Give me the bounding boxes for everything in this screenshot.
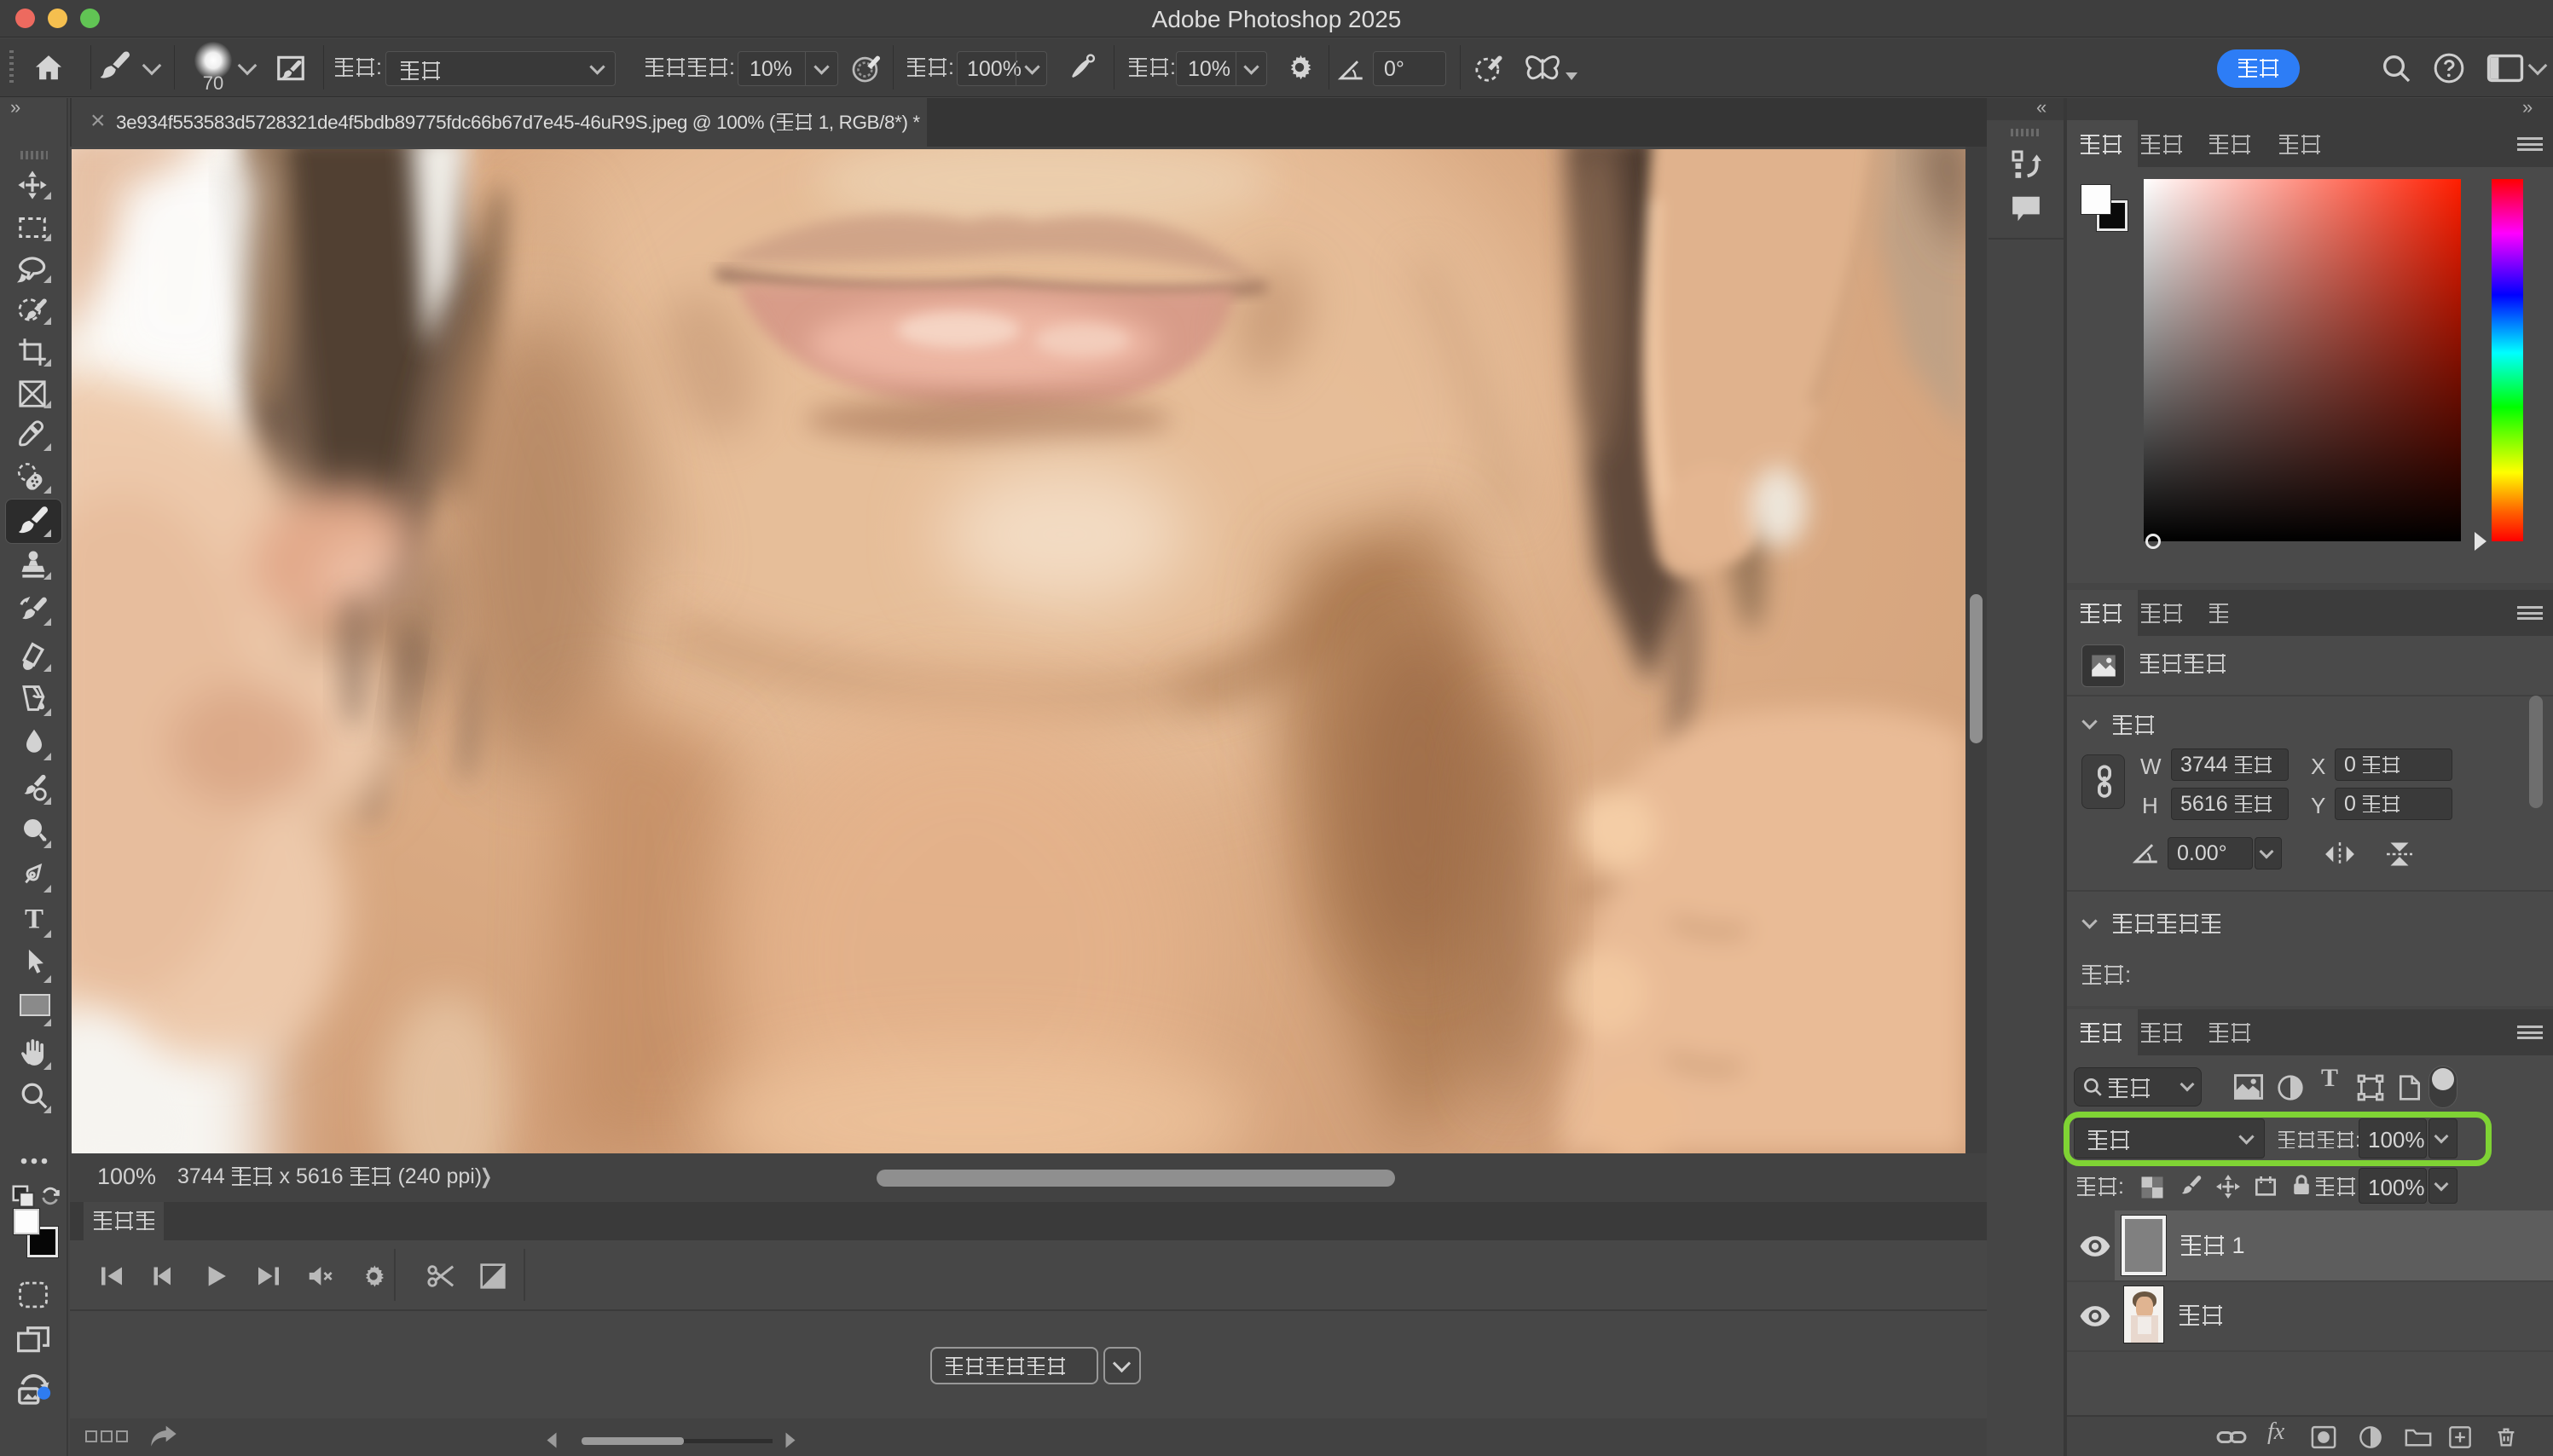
svg-text:T: T (25, 904, 43, 935)
